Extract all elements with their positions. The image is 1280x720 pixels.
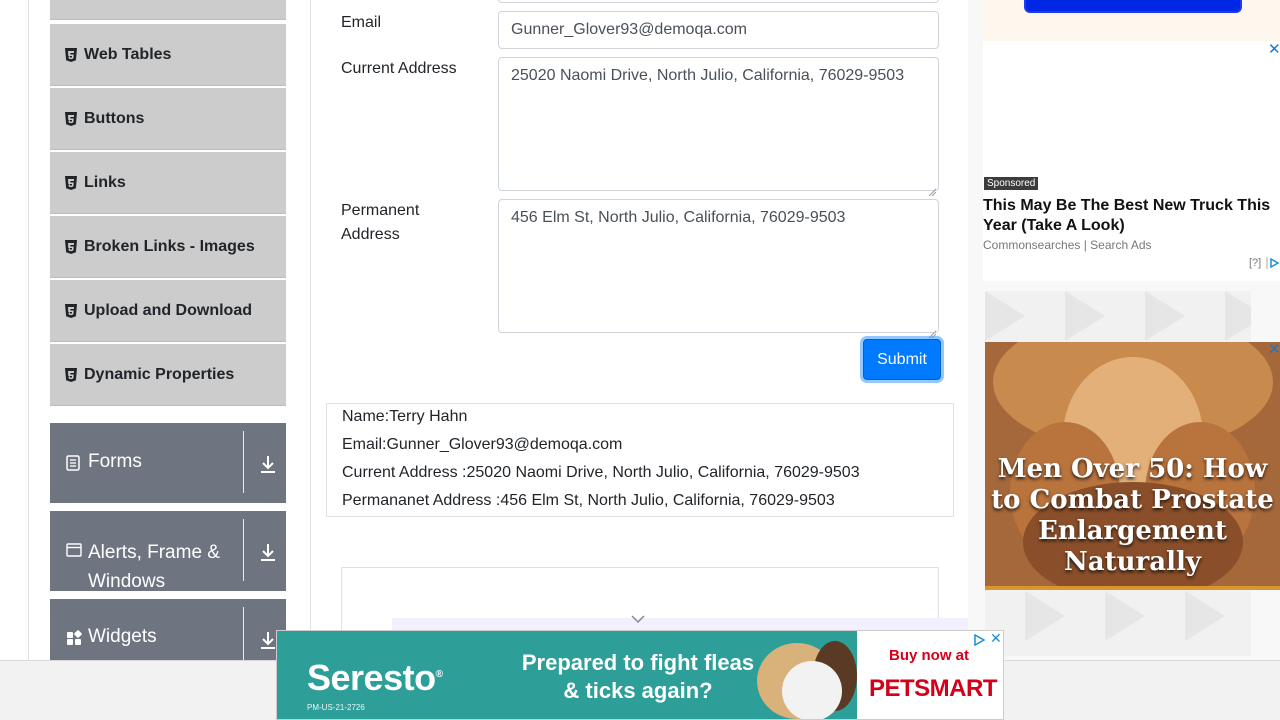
- permanent-address-label: Permanent Address: [341, 199, 419, 247]
- banner-buy-text: Buy now at: [889, 647, 970, 664]
- dog-image: [757, 641, 857, 719]
- html5-icon: [65, 367, 77, 382]
- sidebar-item-label: Upload and Download: [84, 301, 252, 319]
- sidebar-item-web-tables[interactable]: Web Tables: [50, 24, 286, 86]
- group-divider: [243, 519, 244, 581]
- output-panel: Name:Terry Hahn Email:Gunner_Glover93@de…: [326, 403, 954, 517]
- seresto-banner-ad[interactable]: Seresto® PM-US-21-2726 Prepared to fight…: [276, 630, 1004, 720]
- sidebar-group-label-2: Windows: [88, 571, 166, 592]
- current-address-value: 25020 Naomi Drive, North Julio, Californ…: [511, 67, 905, 84]
- output-email: Email:Gunner_Glover93@demoqa.com: [342, 436, 623, 453]
- banner-tagline: Prepared to fight fleas & ticks again?: [521, 650, 755, 703]
- group-divider: [243, 431, 244, 493]
- permanent-address-label-line1: Permanent: [341, 202, 420, 219]
- banner-code: PM-US-21-2726: [307, 703, 365, 712]
- output-current-address: Current Address :25020 Naomi Drive, Nort…: [342, 464, 860, 481]
- current-address-textarea[interactable]: 25020 Naomi Drive, North Julio, Californ…: [498, 57, 939, 197]
- html5-icon: [65, 303, 77, 318]
- sidebar-group-label: Widgets: [88, 626, 157, 647]
- permanent-address-value: 456 Elm St, North Julio, California, 760…: [511, 209, 846, 226]
- sponsored-badge: Sponsored: [984, 177, 1039, 190]
- sidebar-group-alerts[interactable]: Alerts, Frame & Windows: [50, 511, 286, 592]
- current-address-label: Current Address: [341, 60, 457, 77]
- widgets-icon: [66, 630, 82, 646]
- ad-source[interactable]: Commonsearches | Search Ads: [983, 238, 1152, 252]
- sidebar-item-label: Web Tables: [84, 45, 172, 63]
- ad-title[interactable]: This May Be The Best New Truck This Year…: [983, 196, 1275, 236]
- html5-icon: [65, 111, 77, 126]
- sidebar-group-forms[interactable]: Forms: [50, 423, 286, 503]
- email-label: Email: [341, 14, 382, 31]
- sidebar-item-label: Broken Links - Images: [84, 237, 255, 255]
- sidebar-item-buttons[interactable]: Buttons: [50, 88, 286, 150]
- adchoices-play-icon[interactable]: [973, 633, 986, 651]
- full-name-input[interactable]: [498, 0, 939, 3]
- sidebar-item-label: Buttons: [84, 109, 145, 127]
- output-permanent-address: Permananet Address :456 Elm St, North Ju…: [342, 492, 835, 509]
- ad-help[interactable]: [?]: [1249, 257, 1261, 269]
- sidebar-item-label: Links: [84, 173, 126, 191]
- sidebar-group-label: Alerts, Frame &: [88, 542, 220, 563]
- permanent-address-label-line2: Address: [341, 226, 400, 243]
- close-icon[interactable]: ✕: [1268, 340, 1280, 358]
- resize-handle-icon[interactable]: [928, 322, 937, 339]
- sidebar-item-dynamic-properties[interactable]: Dynamic Properties: [50, 344, 286, 406]
- form-icon: [66, 455, 82, 471]
- left-divider: [28, 0, 29, 660]
- close-icon[interactable]: ✕: [990, 631, 1002, 647]
- page: Web Tables Buttons Links Broken Links - …: [0, 0, 1280, 720]
- petsmart-logo: PETSMART: [869, 675, 998, 702]
- sidebar-group-label: Forms: [88, 451, 142, 472]
- banner-brand: Seresto®: [307, 657, 443, 698]
- resize-handle-icon[interactable]: [928, 180, 937, 197]
- content-divider: [310, 0, 311, 660]
- chevron-down-icon[interactable]: [630, 612, 646, 630]
- window-icon: [66, 542, 82, 558]
- output-name: Name:Terry Hahn: [342, 408, 468, 425]
- email-input[interactable]: Gunner_Glover93@demoqa.com: [498, 11, 939, 49]
- html5-icon: [65, 47, 77, 62]
- sidebar-item-partial[interactable]: [50, 0, 286, 20]
- top-ad-button[interactable]: [1024, 0, 1242, 13]
- download-icon[interactable]: [258, 541, 278, 563]
- sidebar-item-links[interactable]: Links: [50, 152, 286, 214]
- medical-ad[interactable]: Men Over 50: How to Combat Prostate Enla…: [985, 342, 1280, 590]
- html5-icon: [65, 175, 77, 190]
- close-icon[interactable]: ✕: [1268, 40, 1280, 58]
- sidebar-item-broken-links[interactable]: Broken Links - Images: [50, 216, 286, 278]
- sidebar-item-upload-download[interactable]: Upload and Download: [50, 280, 286, 342]
- download-icon[interactable]: [258, 629, 278, 651]
- adchoices-icon[interactable]: [1266, 256, 1280, 275]
- html5-icon: [65, 239, 77, 254]
- medical-ad-headline: Men Over 50: How to Combat Prostate Enla…: [991, 454, 1274, 577]
- sidebar-item-label: Dynamic Properties: [84, 365, 235, 383]
- download-icon[interactable]: [258, 453, 278, 475]
- submit-button[interactable]: Submit: [863, 339, 941, 380]
- permanent-address-textarea[interactable]: 456 Elm St, North Julio, California, 760…: [498, 199, 939, 339]
